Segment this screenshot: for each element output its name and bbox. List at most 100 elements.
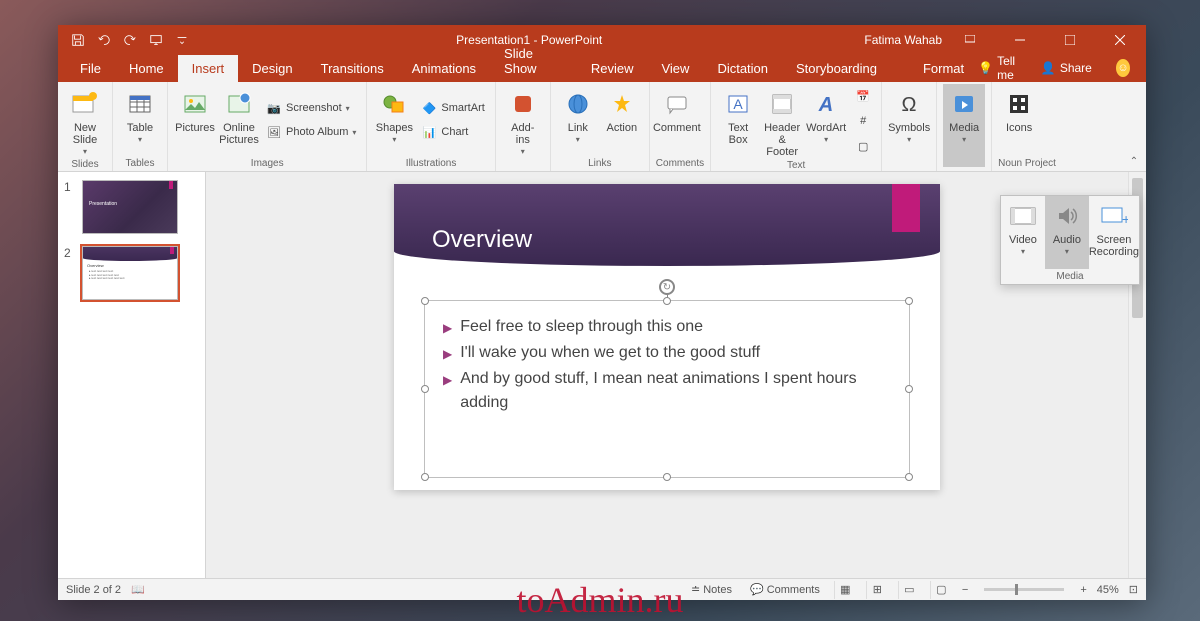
tab-transitions[interactable]: Transitions [307, 55, 398, 82]
comments-button[interactable]: 💬 Comments [746, 583, 824, 596]
resize-handle[interactable] [421, 297, 429, 305]
resize-handle[interactable] [905, 297, 913, 305]
media-button[interactable]: Media▾ [943, 84, 985, 167]
slideshow-view-button[interactable]: ▢ [930, 581, 952, 599]
addins-icon [507, 88, 539, 120]
minimize-button[interactable] [998, 25, 1042, 54]
audio-button[interactable]: Audio▾ [1045, 196, 1089, 269]
slide-thumbnail-2[interactable]: Overview ▸ text text text text▸ text tex… [82, 246, 178, 300]
table-button[interactable]: Table▾ [119, 84, 161, 156]
icons-button[interactable]: Icons [998, 84, 1040, 156]
slide-counter[interactable]: Slide 2 of 2 [66, 584, 121, 596]
tab-format[interactable]: Format [909, 55, 978, 82]
shapes-button[interactable]: Shapes▾ [373, 84, 415, 156]
resize-handle[interactable] [905, 473, 913, 481]
spellcheck-icon[interactable]: 📖 [131, 583, 145, 596]
resize-handle[interactable] [421, 473, 429, 481]
feedback-icon[interactable]: ☺ [1116, 59, 1130, 77]
normal-view-button[interactable]: ▦ [834, 581, 856, 599]
titlebar: Presentation1 - PowerPoint Fatima Wahab [58, 25, 1146, 54]
reading-view-button[interactable]: ▭ [898, 581, 920, 599]
date-icon: 📅 [855, 88, 871, 104]
qat-customize-icon[interactable] [170, 28, 194, 52]
close-button[interactable] [1098, 25, 1142, 54]
ribbon-tabs: File Home Insert Design Transitions Anim… [58, 54, 1146, 82]
zoom-in-button[interactable]: + [1080, 584, 1086, 596]
video-button[interactable]: Video▾ [1001, 196, 1045, 269]
tab-design[interactable]: Design [238, 55, 306, 82]
bullet-icon: ▶ [443, 371, 452, 389]
tab-review[interactable]: Review [577, 55, 648, 82]
action-button[interactable]: Action [601, 84, 643, 156]
object-button[interactable]: ▢ [851, 135, 875, 157]
tab-file[interactable]: File [66, 55, 115, 82]
link-button[interactable]: Link▾ [557, 84, 599, 156]
ribbon: New Slide▾ Slides Table▾ Tables Pictures [58, 82, 1146, 172]
group-comments: Comment Comments [650, 82, 711, 171]
addins-button[interactable]: Add- ins▾ [502, 84, 544, 167]
collapse-ribbon-button[interactable]: ⌃ [1126, 153, 1142, 169]
bullet-item[interactable]: ▶I'll wake you when we get to the good s… [443, 341, 891, 365]
save-icon[interactable] [66, 28, 90, 52]
share-button[interactable]: 👤Share [1033, 57, 1100, 79]
action-icon [606, 88, 638, 120]
tab-insert[interactable]: Insert [178, 55, 239, 82]
header-footer-button[interactable]: Header & Footer [761, 84, 803, 158]
start-slideshow-icon[interactable] [144, 28, 168, 52]
resize-handle[interactable] [421, 385, 429, 393]
tab-dictation[interactable]: Dictation [703, 55, 782, 82]
resize-handle[interactable] [663, 473, 671, 481]
svg-text:Ω: Ω [902, 94, 917, 116]
zoom-out-button[interactable]: − [962, 584, 968, 596]
titlebar-right: Fatima Wahab [864, 25, 1146, 54]
media-icon [948, 88, 980, 120]
tab-view[interactable]: View [647, 55, 703, 82]
bullet-item[interactable]: ▶And by good stuff, I mean neat animatio… [443, 367, 891, 415]
online-pictures-button[interactable]: Online Pictures [218, 84, 260, 156]
display-options-icon[interactable] [948, 25, 992, 54]
notes-button[interactable]: ≐ Notes [687, 583, 736, 596]
photo-album-button[interactable]: 🖼Photo Album▾ [262, 121, 360, 143]
slide-thumbnail-1[interactable]: Presentation [82, 180, 178, 234]
group-tables: Table▾ Tables [113, 82, 168, 171]
group-addins: Add- ins▾ [496, 82, 551, 171]
new-slide-button[interactable]: New Slide▾ [64, 84, 106, 157]
group-nounproject: Icons Noun Project [992, 82, 1062, 171]
zoom-level[interactable]: 45% [1097, 584, 1119, 596]
screenshot-icon: 📷 [266, 100, 282, 116]
pictures-button[interactable]: Pictures [174, 84, 216, 156]
resize-handle[interactable] [905, 385, 913, 393]
group-text: A Text Box Header & Footer A WordArt▾ 📅 … [711, 82, 882, 171]
slide-title-text[interactable]: Overview [432, 226, 532, 254]
tab-animations[interactable]: Animations [398, 55, 490, 82]
tab-storyboarding[interactable]: Storyboarding [782, 55, 891, 82]
redo-icon[interactable] [118, 28, 142, 52]
content-textbox[interactable]: ▶Feel free to sleep through this one ▶I'… [424, 300, 910, 478]
tell-me-search[interactable]: 💡Tell me [978, 54, 1023, 82]
quick-access-toolbar [58, 28, 194, 52]
slide-title-area[interactable]: Overview [394, 184, 940, 266]
date-time-button[interactable]: 📅 [851, 85, 875, 107]
powerpoint-window: Presentation1 - PowerPoint Fatima Wahab … [58, 25, 1146, 600]
wordart-button[interactable]: A WordArt▾ [805, 84, 847, 158]
screenshot-button[interactable]: 📷Screenshot▾ [262, 97, 360, 119]
slide-editor[interactable]: Overview ▶Feel free to sleep through thi… [206, 172, 1128, 578]
smartart-button[interactable]: 🔷SmartArt [417, 97, 488, 119]
tab-home[interactable]: Home [115, 55, 178, 82]
slide-number-button[interactable]: # [851, 110, 875, 132]
comment-icon [661, 88, 693, 120]
slide-canvas[interactable]: Overview ▶Feel free to sleep through thi… [394, 184, 940, 490]
sorter-view-button[interactable]: ⊞ [866, 581, 888, 599]
comment-button[interactable]: Comment [656, 84, 698, 156]
symbols-button[interactable]: Ω Symbols▾ [888, 84, 930, 167]
chart-button[interactable]: 📊Chart [417, 121, 488, 143]
textbox-button[interactable]: A Text Box [717, 84, 759, 158]
maximize-button[interactable] [1048, 25, 1092, 54]
fit-to-window-button[interactable]: ⊡ [1129, 583, 1138, 596]
undo-icon[interactable] [92, 28, 116, 52]
zoom-slider[interactable] [984, 588, 1064, 591]
resize-handle[interactable] [663, 297, 671, 305]
bullet-item[interactable]: ▶Feel free to sleep through this one [443, 315, 891, 339]
screen-recording-button[interactable]: + Screen Recording [1089, 196, 1139, 269]
tab-slideshow[interactable]: Slide Show [490, 40, 577, 82]
